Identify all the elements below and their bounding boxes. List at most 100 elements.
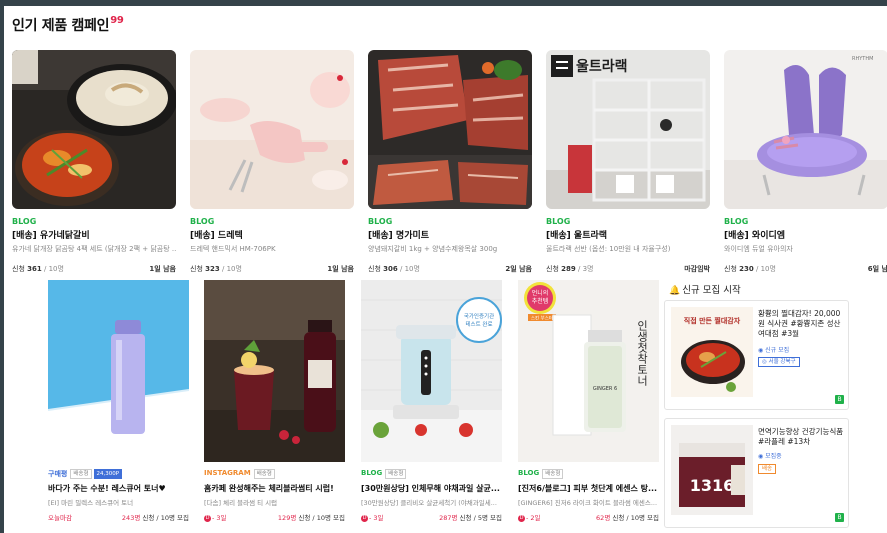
campaign-desc: [EI] 마린 밀렉스 레스큐어 토너	[48, 499, 134, 507]
campaign-thumbnail[interactable]: 울트라랙	[546, 50, 710, 209]
new-recruit-card[interactable]: 직접 만든 찔대감자 황쁑의 찔대감자! 20,000원 식사권 #황쁑지존 성…	[664, 300, 849, 410]
campaign-desc: 울트라랙 선반 (옵션: 10만원 내 자율구성)	[546, 245, 671, 253]
campaign-card[interactable]: BLOG [배송] 명가미트 양념돼지갈비 1kg + 양념수제왕목살 300g…	[368, 50, 532, 273]
days-left: 1일 남음	[327, 265, 354, 273]
new-recruit-title: 🔔 신규 모집 시작	[669, 282, 741, 296]
campaign-desc: [30만원상당] 클리비오 살균세척기 (야채과일세...	[361, 499, 497, 507]
deadline: 오늘마감	[48, 514, 72, 522]
new-recruit-item-title[interactable]: 황쁑의 찔대감자! 20,000원 식사권 #황쁑지존 성산여대점 #3월	[758, 309, 846, 339]
campaign-title[interactable]: [진저6/블로그] 피부 첫단계 에센스 탕...	[518, 483, 659, 494]
campaign-title[interactable]: [배송] 울트라랙	[546, 228, 710, 241]
total-count: 10명	[404, 265, 420, 273]
days-left: 2일 남음	[505, 265, 532, 273]
campaign-card[interactable]: 언니의 추천템 스킨 부스터 GINGER 6 인생첫착토너 BLOG 배송형 […	[518, 280, 659, 522]
media-label: BLOG	[190, 217, 215, 226]
location-tag: ◎ 서울 강북구	[758, 357, 800, 367]
window-frame: 인기 제품 캠페인99 BLOG [배송] 유가네닭갈비 유가네 닭개장 닭곰탕…	[0, 0, 887, 533]
total-count: 10명	[630, 514, 645, 522]
campaign-thumbnail[interactable]	[204, 280, 345, 462]
campaign-thumbnail[interactable]: 국가인증기관 테스트 완료	[361, 280, 502, 462]
apply-label: 신청	[298, 514, 311, 522]
campaign-title[interactable]: [배송] 드레텍	[190, 228, 354, 241]
campaign-thumbnail[interactable]	[190, 50, 354, 209]
recruit-status: ◉ 모집중	[758, 453, 782, 460]
tag-point: 24,300P	[93, 469, 123, 479]
section-title-text: 인기 제품 캠페인	[12, 18, 110, 34]
apply-label: 신청	[12, 265, 25, 273]
campaign-card[interactable]: BLOG [배송] 드레텍 드레텍 핸드믹서 HM-706PK 신청 323 /…	[190, 50, 354, 273]
d-day-icon: D	[361, 514, 368, 522]
campaign-desc: [GINGER6] 진저6 라이크 화이트 블라썸 에센스...	[518, 499, 658, 507]
tag-delivery: 배송형	[542, 469, 564, 479]
delivery-tag: 배송	[758, 464, 777, 474]
campaign-title[interactable]: [배송] 와이디엠	[724, 228, 887, 241]
campaign-title[interactable]: 바다가 주는 수분! 레스큐어 토너♥	[48, 483, 189, 494]
thumb-text: 직접 만든 찔대감자	[684, 316, 741, 325]
campaign-meta: D- 3일 287명 신청 / 5명 모집	[361, 514, 502, 522]
media-label: INSTAGRAM	[204, 469, 251, 477]
total-count: 10명	[226, 265, 242, 273]
campaign-tags: 구매평 배송형 24,300P	[48, 469, 189, 479]
applied-count: 62명	[596, 514, 611, 522]
media-label: 구매평	[48, 470, 68, 478]
campaign-desc: 드레텍 핸드믹서 HM-706PK	[190, 245, 276, 253]
campaign-thumbnail[interactable]	[48, 280, 189, 462]
apply-label: 신청	[368, 265, 381, 273]
sticker-text: 테스트 완료	[465, 320, 492, 328]
blog-badge-icon: B	[835, 513, 844, 522]
applied-count: 230	[739, 265, 754, 273]
total-count: 10명	[160, 514, 175, 522]
campaign-card[interactable]: INSTAGRAM 배송형 홈카페 완성해주는 체리블라썸티 시럽! [다솜] 체…	[204, 280, 345, 522]
campaign-thumbnail[interactable]	[12, 50, 176, 209]
hot-badge: 99	[110, 15, 124, 26]
media-label: BLOG	[518, 469, 540, 477]
recruit-label: 모집	[177, 514, 189, 522]
apply-label: 신청	[459, 514, 472, 522]
campaign-page: 인기 제품 캠페인99 BLOG [배송] 유가네닭갈비 유가네 닭개장 닭곰탕…	[4, 6, 887, 533]
campaign-title[interactable]: [배송] 명가미트	[368, 228, 532, 241]
tag-delivery: 배송형	[385, 469, 407, 479]
campaign-card[interactable]: RHYTHM BLOG [배송] 와이디엠 와이디엠 듀얼 유아의자 신청 23…	[724, 50, 887, 273]
days-left: 마감임박	[684, 265, 710, 273]
campaign-tags: BLOG 배송형	[361, 469, 502, 479]
deadline: - 3일	[212, 514, 227, 522]
tag-delivery: 배송형	[253, 469, 275, 479]
new-recruit-item-title[interactable]: 면역기능향상 건강기능식품 #라플레 #13차	[758, 427, 846, 447]
new-recruit-thumbnail[interactable]: 1316	[671, 425, 753, 515]
campaign-thumbnail[interactable]: RHYTHM	[724, 50, 887, 209]
total-count: 5명	[477, 514, 488, 522]
media-label: BLOG	[546, 217, 571, 226]
campaign-thumbnail[interactable]: 언니의 추천템 스킨 부스터 GINGER 6 인생첫착토너	[518, 280, 659, 462]
total-count: 10명	[48, 265, 64, 273]
total-count: 10명	[316, 514, 331, 522]
campaign-title[interactable]: 홈카페 완성해주는 체리블라썸티 시럽!	[204, 483, 345, 494]
campaign-card[interactable]: BLOG [배송] 유가네닭갈비 유가네 닭개장 닭곰탕 4팩 세트 (닭개장 …	[12, 50, 176, 273]
campaign-card[interactable]: 울트라랙 BLOG [배송] 울트라랙 울트라랙 선반 (옵션: 10만원 내 …	[546, 50, 710, 273]
new-recruit-title-text: 신규 모집 시작	[682, 285, 741, 296]
applied-count: 306	[383, 265, 398, 273]
campaign-card[interactable]: 국가인증기관 테스트 완료 BLOG 배송형 [30만원상당] 인체무해 야채과일…	[361, 280, 502, 522]
campaign-desc: 유가네 닭개장 닭곰탕 4팩 세트 (닭개장 2팩 + 닭곰탕 ...	[12, 245, 176, 253]
section-title: 인기 제품 캠페인99	[12, 15, 124, 35]
media-label: BLOG	[361, 469, 383, 477]
vertical-text: 인생첫착토너	[636, 320, 649, 386]
campaign-title[interactable]: [30만원상당] 인체무해 야채과일 살균...	[361, 483, 502, 494]
recruit-label: 모집	[333, 514, 345, 522]
campaign-card[interactable]: 구매평 배송형 24,300P 바다가 주는 수분! 레스큐어 토너♥ [EI] 마…	[48, 280, 189, 522]
ydm-logo: RHYTHM	[852, 56, 873, 62]
apply-label: 신청	[142, 514, 155, 522]
new-recruit-thumbnail[interactable]: 직접 만든 찔대감자	[671, 307, 753, 397]
campaign-meta: D- 3일 129명 신청 / 10명 모집	[204, 514, 345, 522]
applied-count: 129명	[277, 514, 297, 522]
d-day-icon: D	[204, 514, 211, 522]
campaign-thumbnail[interactable]	[368, 50, 532, 209]
media-label: BLOG	[368, 217, 393, 226]
d-day-icon: D	[518, 514, 525, 522]
sticker-text: 스킨 부스터	[531, 315, 553, 322]
campaign-title[interactable]: [배송] 유가네닭갈비	[12, 228, 176, 241]
new-recruit-card[interactable]: 1316 면역기능향상 건강기능식품 #라플레 #13차 ◉ 모집중 배송 B	[664, 418, 849, 528]
ultra-logo: 울트라랙	[576, 58, 628, 75]
bell-icon: 🔔	[669, 286, 681, 296]
days-left: 6일 남	[867, 265, 887, 273]
apply-label: 신청	[612, 514, 625, 522]
